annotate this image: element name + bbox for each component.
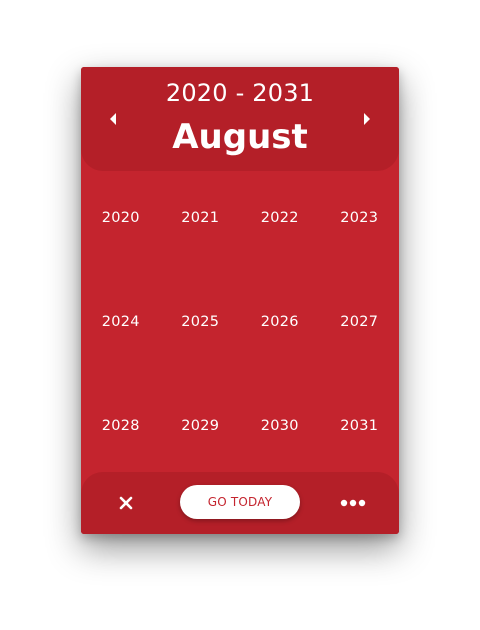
year-cell-2030[interactable]: 2030 bbox=[240, 373, 320, 477]
year-grid: 2020 2021 2022 2023 2024 2025 2026 2027 … bbox=[81, 165, 399, 477]
year-picker-card: 2020 - 2031 August 2020 2021 2022 2023 2… bbox=[81, 67, 399, 534]
year-cell-2026[interactable]: 2026 bbox=[240, 269, 320, 373]
year-cell-2020[interactable]: 2020 bbox=[81, 165, 161, 269]
selected-month: August bbox=[172, 117, 308, 157]
year-cell-2024[interactable]: 2024 bbox=[81, 269, 161, 373]
picker-footer: GO TODAY bbox=[81, 472, 399, 534]
year-cell-2031[interactable]: 2031 bbox=[320, 373, 400, 477]
more-dots-icon bbox=[340, 499, 366, 507]
year-cell-2022[interactable]: 2022 bbox=[240, 165, 320, 269]
close-button[interactable] bbox=[114, 491, 138, 515]
year-cell-2028[interactable]: 2028 bbox=[81, 373, 161, 477]
year-cell-2027[interactable]: 2027 bbox=[320, 269, 400, 373]
year-range-title[interactable]: 2020 - 2031 bbox=[121, 77, 359, 109]
picker-header: 2020 - 2031 August bbox=[81, 67, 399, 171]
next-range-button[interactable] bbox=[355, 107, 379, 131]
year-cell-2023[interactable]: 2023 bbox=[320, 165, 400, 269]
year-cell-2029[interactable]: 2029 bbox=[161, 373, 241, 477]
close-icon bbox=[119, 496, 133, 510]
triangle-left-icon bbox=[110, 113, 116, 125]
go-today-button[interactable]: GO TODAY bbox=[180, 485, 300, 519]
more-button[interactable] bbox=[337, 491, 369, 515]
triangle-right-icon bbox=[364, 113, 370, 125]
year-cell-2021[interactable]: 2021 bbox=[161, 165, 241, 269]
year-cell-2025[interactable]: 2025 bbox=[161, 269, 241, 373]
